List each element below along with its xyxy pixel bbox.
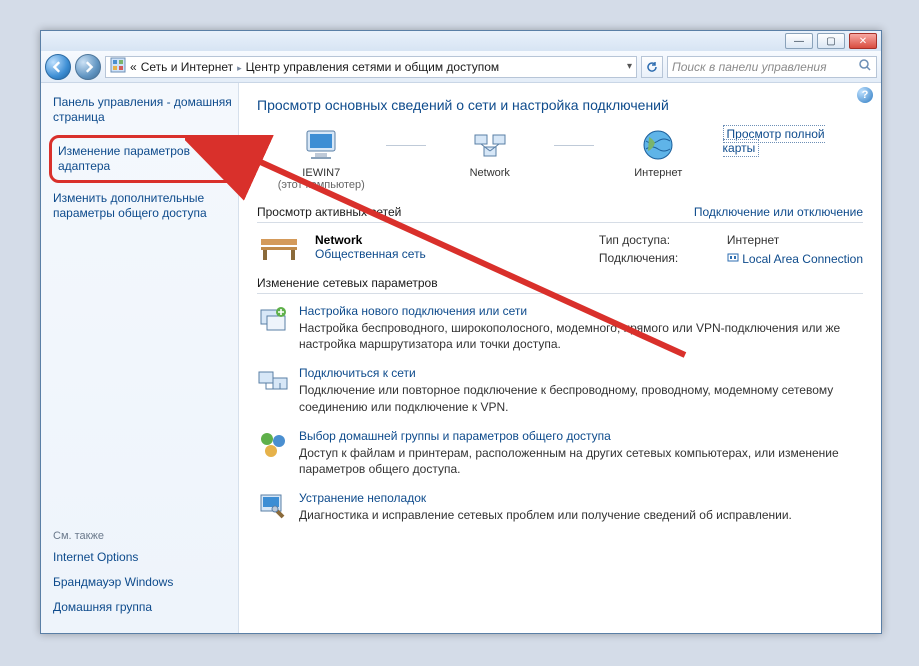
view-full-map-link[interactable]: Просмотр полной карты <box>723 125 825 157</box>
connection-link[interactable]: Local Area Connection <box>742 252 863 266</box>
settings-item-homegroup: Выбор домашней группы и параметров общег… <box>257 429 863 477</box>
see-also-header: См. также <box>53 530 232 542</box>
map-pc-name: IEWIN7 <box>257 167 386 179</box>
troubleshoot-link[interactable]: Устранение неполадок <box>299 491 426 505</box>
control-panel-icon <box>110 57 126 76</box>
settings-item-troubleshoot: Устранение неполадок Диагностика и испра… <box>257 491 863 523</box>
ethernet-icon <box>727 252 742 266</box>
map-this-pc: IEWIN7 (этот компьютер) <box>257 127 386 191</box>
main-content: ? Просмотр основных сведений о сети и на… <box>239 83 881 633</box>
change-settings-title: Изменение сетевых параметров <box>257 276 438 290</box>
homegroup-link[interactable]: Выбор домашней группы и параметров общег… <box>299 429 611 443</box>
map-internet-name: Интернет <box>594 167 723 179</box>
change-settings-header: Изменение сетевых параметров <box>257 276 863 294</box>
homegroup-icon <box>257 429 289 461</box>
map-internet: Интернет <box>594 127 723 179</box>
sidebar-sharing-link[interactable]: Изменить дополнительные параметры общего… <box>53 191 232 221</box>
active-networks-header: Просмотр активных сетей Подключение или … <box>257 205 863 223</box>
window-frame: — ▢ ✕ « Сеть и Интернет Центр управления… <box>40 30 882 634</box>
search-input[interactable]: Поиск в панели управления <box>667 56 877 78</box>
sidebar-home-link[interactable]: Панель управления - домашняя страница <box>53 95 232 125</box>
computer-icon <box>303 127 339 163</box>
troubleshoot-icon <box>257 491 289 523</box>
bench-icon <box>257 233 301 263</box>
breadcrumb-prefix: « <box>130 60 137 74</box>
search-placeholder: Поиск в панели управления <box>672 60 827 74</box>
settings-item-new-connection: Настройка нового подключения или сети На… <box>257 304 863 352</box>
titlebar: — ▢ ✕ <box>41 31 881 51</box>
sidebar: Панель управления - домашняя страница Из… <box>41 83 239 633</box>
connect-network-link[interactable]: Подключиться к сети <box>299 366 416 380</box>
connect-disconnect-link[interactable]: Подключение или отключение <box>694 205 863 219</box>
body: Панель управления - домашняя страница Из… <box>41 83 881 633</box>
map-full-link: Просмотр полной карты <box>723 127 863 155</box>
breadcrumb-center[interactable]: Центр управления сетями и общим доступом <box>246 60 500 74</box>
access-type-label: Тип доступа: <box>599 233 709 247</box>
highlight-adapter-settings: Изменение параметров адаптера <box>49 135 236 183</box>
back-button[interactable] <box>45 54 71 80</box>
new-connection-desc: Настройка беспроводного, широкополосного… <box>299 320 863 352</box>
new-connection-link[interactable]: Настройка нового подключения или сети <box>299 304 527 318</box>
maximize-button[interactable]: ▢ <box>817 33 845 49</box>
active-network-props: Тип доступа: Интернет Подключения: Local… <box>599 233 863 266</box>
search-icon <box>858 58 872 75</box>
map-network-name: Network <box>426 167 555 179</box>
map-pc-sub: (этот компьютер) <box>257 179 386 191</box>
sidebar-adapter-link[interactable]: Изменение параметров адаптера <box>58 144 227 174</box>
map-connector-2 <box>554 145 594 146</box>
globe-icon <box>640 127 676 163</box>
help-icon[interactable]: ? <box>857 87 873 103</box>
settings-item-connect: Подключиться к сети Подключение или повт… <box>257 366 863 414</box>
settings-list: Настройка нового подключения или сети На… <box>257 304 863 523</box>
chevron-right-icon[interactable] <box>237 60 242 74</box>
sidebar-homegroup[interactable]: Домашняя группа <box>53 600 232 615</box>
connect-network-desc: Подключение или повторное подключение к … <box>299 382 863 414</box>
address-bar[interactable]: « Сеть и Интернет Центр управления сетям… <box>105 56 637 78</box>
sidebar-firewall[interactable]: Брандмауэр Windows <box>53 575 232 590</box>
network-icon <box>472 127 508 163</box>
close-button[interactable]: ✕ <box>849 33 877 49</box>
sidebar-internet-options[interactable]: Internet Options <box>53 550 232 565</box>
access-type-value: Интернет <box>727 233 863 247</box>
refresh-button[interactable] <box>641 56 663 78</box>
active-network-name: Network <box>315 233 426 247</box>
dropdown-icon[interactable]: ▾ <box>627 61 632 72</box>
active-network-type[interactable]: Общественная сеть <box>315 247 426 261</box>
breadcrumb-network[interactable]: Сеть и Интернет <box>141 60 233 74</box>
connections-label: Подключения: <box>599 251 709 266</box>
homegroup-desc: Доступ к файлам и принтерам, расположенн… <box>299 445 863 477</box>
forward-button[interactable] <box>75 54 101 80</box>
active-networks-title: Просмотр активных сетей <box>257 205 401 219</box>
page-title: Просмотр основных сведений о сети и наст… <box>257 97 863 113</box>
map-connector <box>386 145 426 146</box>
nav-bar: « Сеть и Интернет Центр управления сетям… <box>41 51 881 83</box>
active-network-row: Network Общественная сеть Тип доступа: И… <box>257 233 863 266</box>
connect-network-icon <box>257 366 289 398</box>
troubleshoot-desc: Диагностика и исправление сетевых пробле… <box>299 507 792 523</box>
map-network: Network <box>426 127 555 179</box>
new-connection-icon <box>257 304 289 336</box>
minimize-button[interactable]: — <box>785 33 813 49</box>
network-map: IEWIN7 (этот компьютер) Network Интернет <box>257 127 863 191</box>
